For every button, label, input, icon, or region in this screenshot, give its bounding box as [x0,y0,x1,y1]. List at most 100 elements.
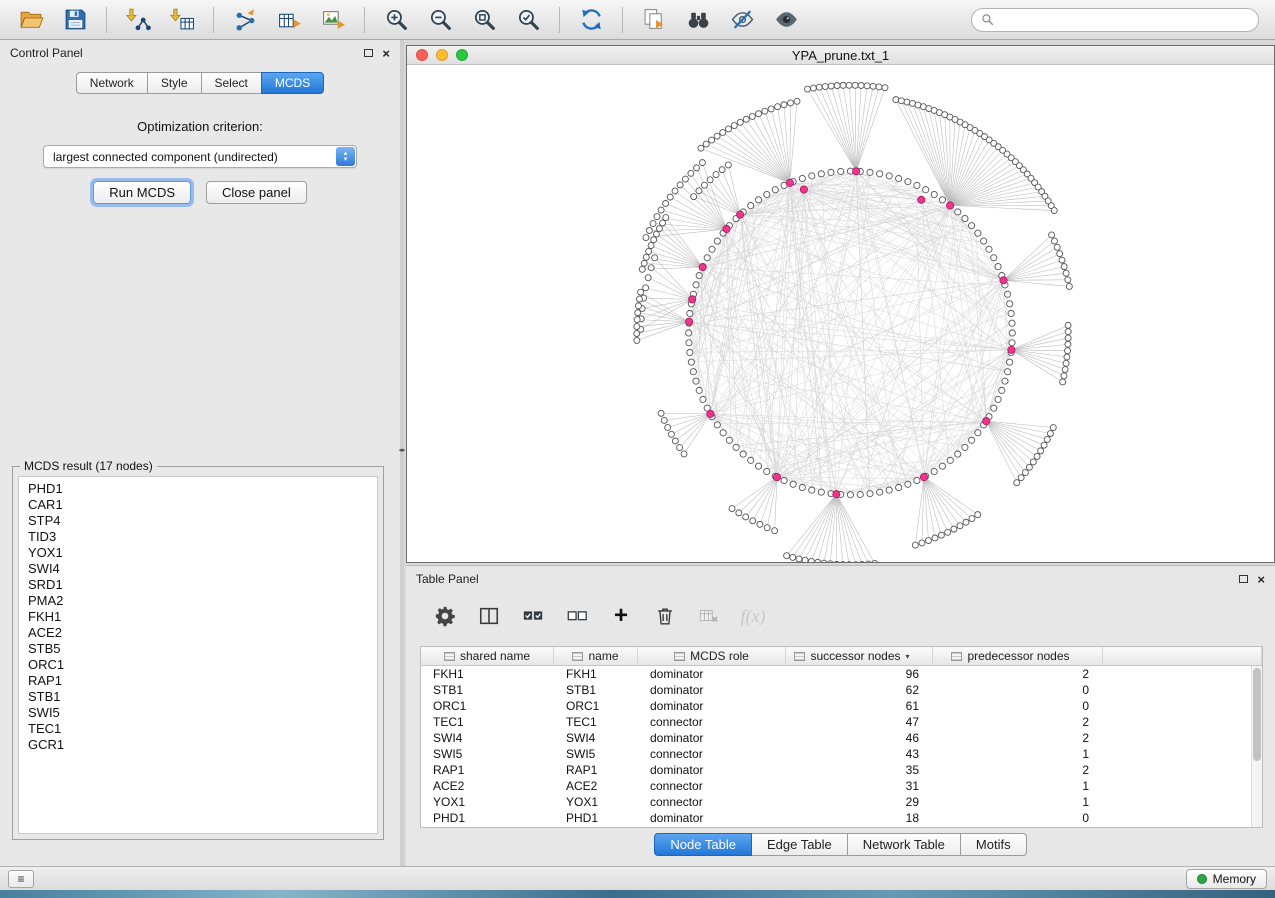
trash-icon [654,605,676,627]
table-cell: STB1 [421,683,554,697]
column-header-shared-name[interactable]: shared name [421,647,554,665]
mcds-result-item[interactable]: PHD1 [28,481,368,497]
search-network-button[interactable] [677,4,719,36]
mcds-result-item[interactable]: SWI5 [28,705,368,721]
mcds-result-item[interactable]: RAP1 [28,673,368,689]
mcds-result-item[interactable]: PMA2 [28,593,368,609]
close-panel-button[interactable]: Close panel [206,181,307,204]
maximize-window-icon[interactable] [456,49,468,61]
export-network-button[interactable] [224,4,266,36]
mcds-result-item[interactable]: SWI4 [28,561,368,577]
clone-network-button[interactable] [633,4,675,36]
tab-network[interactable]: Network [76,72,148,94]
table-cell: FKH1 [421,667,554,681]
column-header-predecessor-nodes[interactable]: predecessor nodes [933,647,1103,665]
run-mcds-button[interactable]: Run MCDS [93,181,191,204]
search-field[interactable] [971,8,1259,32]
search-input[interactable] [1000,13,1249,27]
mcds-result-item[interactable]: TEC1 [28,721,368,737]
show-hide-button[interactable] [765,4,807,36]
dominator-node [1008,346,1015,353]
zoom-fit-button[interactable] [463,4,505,36]
mcds-result-item[interactable]: FKH1 [28,609,368,625]
splitter-collapse-icon[interactable]: ◂▸ [397,448,407,454]
mcds-result-item[interactable]: TID3 [28,529,368,545]
network-view-window: YPA_prune.txt_1 [406,45,1275,563]
table-row[interactable]: TEC1TEC1connector472 [421,714,1251,730]
select-all-button[interactable] [518,602,548,630]
table-row[interactable]: ACE2ACE2connector311 [421,778,1251,794]
unselect-all-button[interactable] [562,602,592,630]
eye-icon [774,7,799,32]
fx-icon: f(x) [741,606,766,627]
mcds-result-item[interactable]: SRD1 [28,577,368,593]
panel-splitter[interactable]: ◂▸ [400,40,404,866]
tab-select[interactable]: Select [201,72,262,94]
tab-node-table[interactable]: Node Table [654,833,752,856]
table-row[interactable]: PHD1PHD1dominator180 [421,810,1251,826]
table-row[interactable]: FKH1FKH1dominator962 [421,666,1251,682]
mcds-result-item[interactable]: STP4 [28,513,368,529]
delete-table-icon [698,605,720,627]
add-column-button[interactable]: + [606,602,636,630]
close-panel-icon[interactable]: × [1257,573,1265,586]
close-window-icon[interactable] [416,49,428,61]
column-header-mcds-role[interactable]: MCDS role [638,647,786,665]
mcds-result-item[interactable]: STB1 [28,689,368,705]
mcds-result-item[interactable]: GCR1 [28,737,368,753]
float-panel-icon[interactable] [364,49,373,57]
scrollbar-thumb[interactable] [1253,668,1261,761]
mcds-result-item[interactable]: YOX1 [28,545,368,561]
mcds-result-item[interactable]: ACE2 [28,625,368,641]
refresh-layout-button[interactable] [570,4,612,36]
network-window-title: YPA_prune.txt_1 [792,48,889,63]
mcds-result-item[interactable]: CAR1 [28,497,368,513]
delete-column-button[interactable] [650,602,680,630]
tab-network-table[interactable]: Network Table [847,833,961,856]
export-image-button[interactable] [312,4,354,36]
tab-edge-table[interactable]: Edge Table [751,833,848,856]
table-settings-button[interactable] [430,602,460,630]
float-panel-icon[interactable] [1239,575,1248,583]
menu-icon: ≡ [17,873,24,885]
show-columns-button[interactable] [474,602,504,630]
network-graph[interactable] [407,65,1274,562]
graphics-details-button[interactable] [721,4,763,36]
zoom-in-button[interactable] [375,4,417,36]
table-cell: 0 [933,811,1103,825]
mcds-result-list[interactable]: PHD1CAR1STP4TID3YOX1SWI4SRD1PMA2FKH1ACE2… [18,476,378,834]
table-row[interactable]: SWI4SWI4dominator462 [421,730,1251,746]
network-canvas[interactable] [407,65,1274,562]
table-row[interactable]: SWI5SWI5connector431 [421,746,1251,762]
mcds-result-item[interactable]: ORC1 [28,657,368,673]
dominator-node [723,225,730,232]
tab-mcds[interactable]: MCDS [261,72,324,94]
sort-icon [674,652,685,661]
status-menu-button[interactable]: ≡ [8,870,34,888]
import-table-button[interactable] [161,4,203,36]
close-panel-icon[interactable]: × [382,47,390,60]
copy-document-icon [642,7,667,32]
table-scrollbar[interactable] [1251,666,1262,827]
zoom-out-icon [428,7,453,32]
optimization-criterion-select[interactable]: largest connected component (undirected)… [43,145,357,168]
table-row[interactable]: YOX1YOX1connector291 [421,794,1251,810]
minimize-window-icon[interactable] [436,49,448,61]
import-network-button[interactable] [117,4,159,36]
save-button[interactable] [54,4,96,36]
export-table-button[interactable] [268,4,310,36]
table-cell: 1 [933,779,1103,793]
zoom-selected-button[interactable] [507,4,549,36]
tab-motifs[interactable]: Motifs [960,833,1027,856]
open-file-button[interactable] [10,4,52,36]
table-row[interactable]: STB1STB1dominator620 [421,682,1251,698]
mcds-result-item[interactable]: STB5 [28,641,368,657]
zoom-out-button[interactable] [419,4,461,36]
tab-style[interactable]: Style [147,72,202,94]
table-row[interactable]: RAP1RAP1dominator352 [421,762,1251,778]
column-header-successor-nodes[interactable]: successor nodes ▾ [786,647,933,665]
table-row[interactable]: ORC1ORC1dominator610 [421,698,1251,714]
column-header-name[interactable]: name [554,647,638,665]
table-cell: 2 [933,715,1103,729]
memory-button[interactable]: Memory [1186,869,1267,889]
